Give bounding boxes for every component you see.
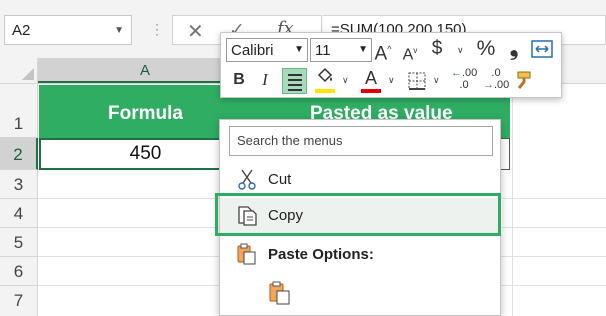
row-header-7[interactable]: 7 xyxy=(0,286,38,316)
font-size-value: 11 xyxy=(315,42,331,59)
align-line xyxy=(288,74,302,76)
paste-options-label: Paste Options: xyxy=(268,246,374,263)
increase-font-size-icon[interactable]: A^ xyxy=(374,38,392,65)
name-box-value: A2 xyxy=(12,22,31,39)
borders-icon[interactable] xyxy=(407,71,427,91)
fill-color-icon[interactable] xyxy=(315,67,335,89)
cancel-icon[interactable]: ✕ xyxy=(187,19,204,44)
fill-color-dropdown-icon[interactable]: ∨ xyxy=(342,75,349,86)
decrease-font-size-letter: A xyxy=(402,46,414,64)
italic-button[interactable]: I xyxy=(259,69,271,91)
cut-label: Cut xyxy=(268,171,292,188)
paste-icon xyxy=(236,242,258,266)
increase-decimal-text: .0 xyxy=(491,67,501,79)
search-menus-input[interactable]: Search the menus xyxy=(229,126,493,156)
paste-options-header: Paste Options: xyxy=(220,240,502,272)
align-line xyxy=(288,89,302,91)
decrease-decimal-text: .00 xyxy=(462,67,478,79)
row-header-6[interactable]: 6 xyxy=(0,257,38,286)
percent-icon[interactable]: % xyxy=(475,38,497,60)
name-box[interactable]: A2 ▼ xyxy=(4,15,132,45)
decrease-decimal-icon[interactable]: ←.00.0 xyxy=(451,67,477,95)
row-header-5[interactable]: 5 xyxy=(0,228,38,257)
currency-icon[interactable]: $ xyxy=(429,38,445,60)
increase-decimal-sub: .00 xyxy=(494,79,510,91)
increase-decimal-icon[interactable]: .0 →.00 xyxy=(483,67,509,95)
font-size-dropdown-icon[interactable]: ▼ xyxy=(358,44,368,55)
select-all-icon xyxy=(22,68,34,80)
font-color-dropdown-icon[interactable]: ∨ xyxy=(388,75,395,86)
decrease-font-size-icon[interactable]: Av xyxy=(401,40,419,66)
paste-option-keep-formatting-icon[interactable] xyxy=(268,280,292,306)
font-name-value: Calibri xyxy=(231,42,274,59)
increase-font-size-letter: A xyxy=(374,43,388,65)
name-box-dropdown-icon[interactable]: ▼ xyxy=(114,25,124,36)
font-color-swatch xyxy=(361,89,381,93)
font-color-icon[interactable]: A xyxy=(362,67,380,89)
select-all-corner[interactable] xyxy=(0,58,38,83)
row-header-3[interactable]: 3 xyxy=(0,170,38,199)
row-header-1[interactable]: 1 xyxy=(0,84,38,138)
search-menus-placeholder: Search the menus xyxy=(237,133,343,148)
copy-highlight-outline xyxy=(215,193,501,236)
font-name-box[interactable]: Calibri ▼ xyxy=(226,38,308,62)
font-name-dropdown-icon[interactable]: ▼ xyxy=(294,44,304,55)
align-line xyxy=(288,84,302,86)
bold-button[interactable]: B xyxy=(231,69,247,91)
row-header-2[interactable]: 2 xyxy=(0,138,38,170)
format-painter-icon[interactable] xyxy=(515,69,535,91)
mini-toolbar: Calibri ▼ 11 ▼ A^ Av $ ∨ % ❟ B I ∨ A ∨ ∨… xyxy=(220,32,562,98)
font-size-box[interactable]: 11 ▼ xyxy=(310,38,372,62)
row-header-4[interactable]: 4 xyxy=(0,199,38,228)
decrease-decimal-sub: .0 xyxy=(459,79,469,91)
align-center-icon[interactable] xyxy=(282,68,307,94)
align-line xyxy=(288,79,302,81)
currency-dropdown-icon[interactable]: ∨ xyxy=(457,45,464,56)
gridline xyxy=(512,84,513,316)
fill-color-swatch xyxy=(315,89,335,93)
formula-bar-grip-icon[interactable]: ⋮ xyxy=(150,18,164,40)
scissors-icon xyxy=(236,168,258,190)
comma-style-icon[interactable]: ❟ xyxy=(507,37,521,59)
borders-dropdown-icon[interactable]: ∨ xyxy=(433,75,440,86)
wrap-text-icon[interactable] xyxy=(531,39,553,59)
